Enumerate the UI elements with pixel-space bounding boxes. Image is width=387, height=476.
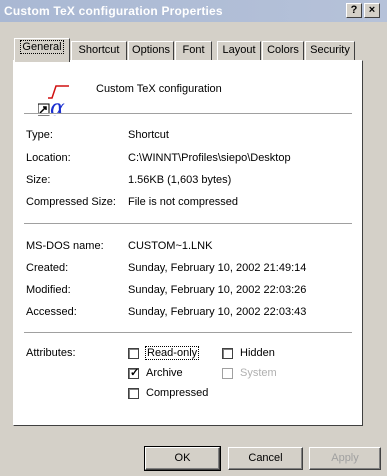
cancel-button[interactable]: Cancel <box>228 447 303 470</box>
msdos-name-label: MS-DOS name: <box>26 240 104 252</box>
close-button[interactable]: × <box>364 3 380 18</box>
modified-value: Sunday, February 10, 2002 22:03:26 <box>128 284 307 296</box>
msdos-name-value: CUSTOM~1.LNK <box>128 240 213 252</box>
archive-label[interactable]: Archive <box>146 367 183 379</box>
system-label: System <box>240 367 277 379</box>
read-only-label[interactable]: Read-only <box>144 346 200 360</box>
custom-tex-alpha-icon: α <box>37 84 70 121</box>
compressed-size-label: Compressed Size: <box>26 196 116 208</box>
tab-colors[interactable]: Colors <box>262 41 304 60</box>
app-name: Custom TeX configuration <box>96 83 222 95</box>
tab-font[interactable]: Font <box>175 41 212 60</box>
created-label: Created: <box>26 262 69 274</box>
system-checkbox <box>222 368 233 379</box>
read-only-checkbox[interactable] <box>128 348 139 359</box>
modified-label: Modified: <box>26 284 71 296</box>
accessed-value: Sunday, February 10, 2002 22:03:43 <box>128 306 307 318</box>
type-value: Shortcut <box>128 129 169 141</box>
size-label: Size: <box>26 174 51 186</box>
hidden-checkbox[interactable] <box>222 348 233 359</box>
tab-layout[interactable]: Layout <box>217 41 261 60</box>
window-title: Custom TeX configuration Properties <box>4 4 223 18</box>
ok-button[interactable]: OK <box>144 446 221 471</box>
check-mark-icon: ✓ <box>130 367 140 379</box>
separator <box>24 223 352 225</box>
location-label: Location: <box>26 152 71 164</box>
compressed-checkbox[interactable] <box>128 388 139 399</box>
attributes-label: Attributes: <box>26 347 76 359</box>
hidden-label[interactable]: Hidden <box>240 347 275 359</box>
compressed-label[interactable]: Compressed <box>146 387 208 399</box>
separator <box>24 113 352 115</box>
accessed-label: Accessed: <box>26 306 77 318</box>
title-bar[interactable]: Custom TeX configuration Properties ? × <box>0 0 387 22</box>
type-label: Type: <box>26 129 53 141</box>
archive-checkbox[interactable]: ✓ <box>128 367 140 379</box>
separator <box>24 332 352 334</box>
general-panel: α Custom TeX configuration Type: Shortcu… <box>13 60 363 426</box>
apply-button[interactable]: Apply <box>309 447 381 470</box>
help-button[interactable]: ? <box>346 3 362 18</box>
location-value: C:\WINNT\Profiles\siepo\Desktop <box>128 152 291 164</box>
size-value: 1.56KB (1,603 bytes) <box>128 174 232 186</box>
tab-options[interactable]: Options <box>128 41 174 60</box>
tab-security[interactable]: Security <box>305 41 355 60</box>
tab-shortcut[interactable]: Shortcut <box>71 41 127 60</box>
created-value: Sunday, February 10, 2002 21:49:14 <box>128 262 307 274</box>
compressed-size-value: File is not compressed <box>128 196 239 208</box>
tab-general[interactable]: General <box>14 38 70 62</box>
